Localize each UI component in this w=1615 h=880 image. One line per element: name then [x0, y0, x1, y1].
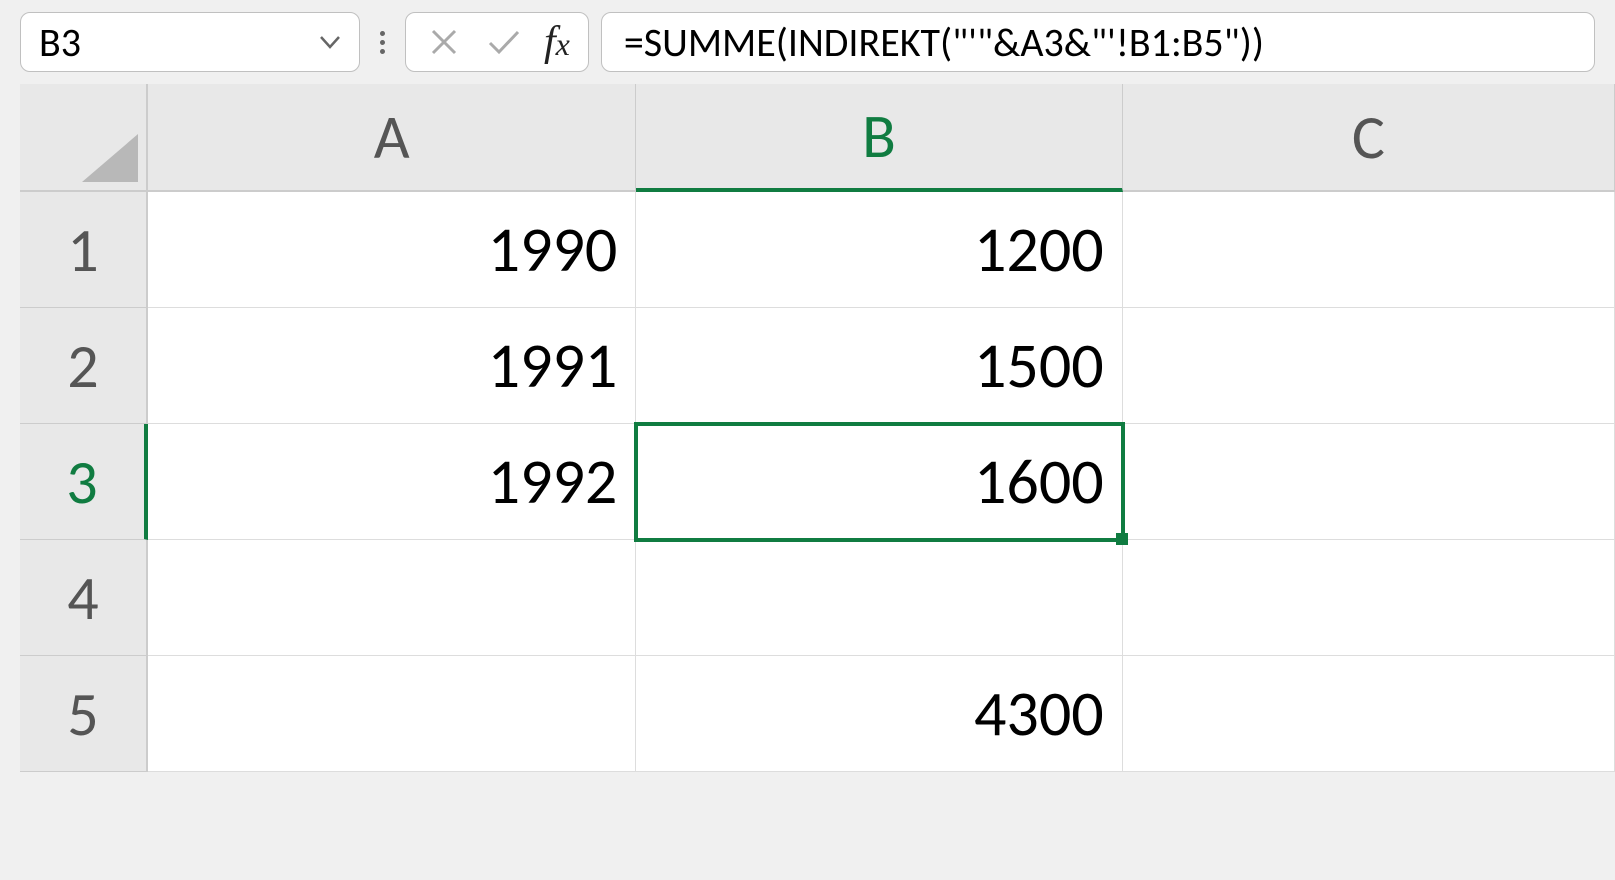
cancel-icon[interactable]	[424, 22, 464, 62]
formula-buttons-group: fx	[405, 12, 589, 72]
spreadsheet-grid: A B C 1 1990 1200 2 1991 1500 3 1992 160…	[0, 84, 1615, 772]
row-4: 4	[20, 540, 1615, 656]
column-header-c[interactable]: C	[1123, 84, 1615, 192]
more-options-icon[interactable]	[372, 31, 393, 54]
cell-b1[interactable]: 1200	[636, 192, 1122, 308]
name-box-value: B3	[39, 18, 81, 67]
row-1: 1 1990 1200	[20, 192, 1615, 308]
column-header-a[interactable]: A	[148, 84, 636, 192]
formula-bar-container: B3 fx =SUMME(INDIREKT("'"&A3&"'!B1:B5"))	[0, 0, 1615, 84]
fx-icon[interactable]: fx	[544, 18, 570, 66]
cell-a3[interactable]: 1992	[148, 424, 636, 540]
cell-c1[interactable]	[1123, 192, 1615, 308]
cell-b2[interactable]: 1500	[636, 308, 1122, 424]
cell-a5[interactable]	[148, 656, 636, 772]
row-header-2[interactable]: 2	[20, 308, 148, 424]
column-header-b[interactable]: B	[636, 84, 1122, 192]
formula-text: =SUMME(INDIREKT("'"&A3&"'!B1:B5"))	[624, 18, 1264, 67]
row-5: 5 4300	[20, 656, 1615, 772]
select-all-button[interactable]	[20, 84, 148, 192]
row-header-3[interactable]: 3	[20, 424, 148, 540]
row-2: 2 1991 1500	[20, 308, 1615, 424]
cell-b4[interactable]	[636, 540, 1122, 656]
name-box[interactable]: B3	[20, 12, 360, 72]
enter-icon[interactable]	[484, 22, 524, 62]
cell-a4[interactable]	[148, 540, 636, 656]
cell-a2[interactable]: 1991	[148, 308, 636, 424]
column-header-row: A B C	[20, 84, 1615, 192]
formula-input[interactable]: =SUMME(INDIREKT("'"&A3&"'!B1:B5"))	[601, 12, 1595, 72]
cell-c4[interactable]	[1123, 540, 1615, 656]
cell-c3[interactable]	[1123, 424, 1615, 540]
cell-b3[interactable]: 1600	[636, 424, 1122, 540]
row-header-1[interactable]: 1	[20, 192, 148, 308]
cell-c5[interactable]	[1123, 656, 1615, 772]
row-header-4[interactable]: 4	[20, 540, 148, 656]
row-3: 3 1992 1600	[20, 424, 1615, 540]
cell-c2[interactable]	[1123, 308, 1615, 424]
cell-b5[interactable]: 4300	[636, 656, 1122, 772]
chevron-down-icon[interactable]	[319, 35, 341, 49]
cell-a1[interactable]: 1990	[148, 192, 636, 308]
row-header-5[interactable]: 5	[20, 656, 148, 772]
